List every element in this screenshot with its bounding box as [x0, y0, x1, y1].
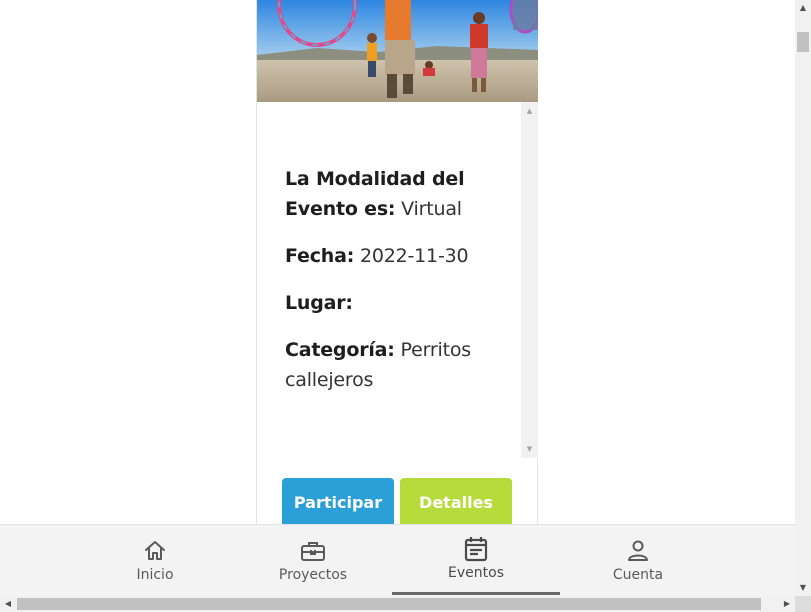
lugar-line: Lugar:	[285, 288, 493, 318]
event-card: La Modalidad del Evento es: Virtual Fech…	[256, 0, 538, 540]
vertical-scroll-thumb[interactable]	[797, 32, 809, 52]
user-icon	[624, 537, 652, 565]
nav-label: Proyectos	[278, 567, 348, 583]
nav-item-proyectos[interactable]: Proyectos	[233, 525, 393, 596]
scroll-up-icon[interactable]: ▲	[795, 0, 811, 16]
bottom-navigation: Inicio Proyectos Eventos Cuenta	[0, 524, 795, 596]
scroll-down-arrow-icon[interactable]: ▼	[521, 442, 538, 456]
active-tab-indicator	[392, 592, 560, 595]
page-horizontal-scrollbar[interactable]: ◀ ▶	[0, 596, 795, 612]
modalidad-line: La Modalidad del Evento es: Virtual	[285, 164, 493, 224]
categoria-line: Categoría: Perritos callejeros	[285, 335, 493, 395]
scrollbar-corner	[795, 596, 811, 612]
participar-button[interactable]: Participar	[282, 478, 394, 530]
event-image	[257, 0, 538, 102]
lugar-label: Lugar:	[285, 292, 353, 314]
calendar-icon	[462, 535, 490, 563]
scroll-up-arrow-icon[interactable]: ▲	[521, 104, 538, 118]
details-scrollbar[interactable]: ▲ ▼	[521, 102, 538, 458]
horizontal-scroll-thumb[interactable]	[17, 598, 761, 610]
fecha-label: Fecha:	[285, 245, 355, 267]
event-details-scroll[interactable]: La Modalidad del Evento es: Virtual Fech…	[257, 102, 538, 458]
nav-label: Inicio	[136, 567, 174, 583]
nav-label: Cuenta	[612, 567, 664, 583]
fecha-value: 2022-11-30	[359, 245, 469, 267]
nav-item-inicio[interactable]: Inicio	[75, 525, 235, 596]
scroll-left-icon[interactable]: ◀	[0, 596, 16, 612]
scroll-down-icon[interactable]: ▼	[795, 580, 811, 596]
fecha-line: Fecha: 2022-11-30	[285, 241, 493, 271]
home-icon	[141, 537, 169, 565]
scroll-right-icon[interactable]: ▶	[779, 596, 795, 612]
nav-item-eventos[interactable]: Eventos	[392, 525, 560, 596]
detalles-button[interactable]: Detalles	[400, 478, 512, 530]
nav-label: Eventos	[448, 565, 504, 581]
nav-item-cuenta[interactable]: Cuenta	[558, 525, 718, 596]
app-viewport: La Modalidad del Evento es: Virtual Fech…	[0, 0, 795, 596]
event-details: La Modalidad del Evento es: Virtual Fech…	[257, 102, 521, 458]
page-vertical-scrollbar[interactable]: ▲ ▼	[795, 0, 811, 596]
briefcase-icon	[299, 537, 327, 565]
categoria-label: Categoría:	[285, 339, 395, 361]
modalidad-value: Virtual	[401, 198, 462, 220]
